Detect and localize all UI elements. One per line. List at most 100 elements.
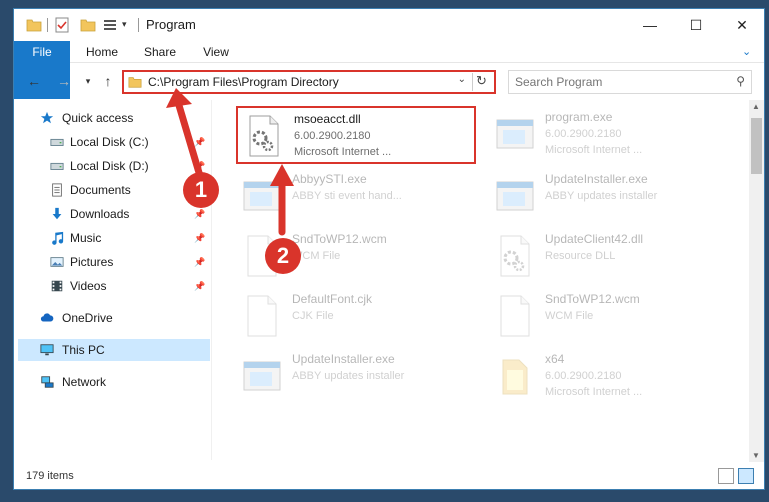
tab-share[interactable]: Share	[132, 41, 188, 63]
exe-icon	[496, 181, 534, 211]
exe-icon	[243, 181, 281, 211]
sidebar-item-label: Downloads	[70, 207, 130, 221]
customize-icon[interactable]	[102, 17, 118, 33]
sidebar-item-this-pc[interactable]: This PC	[18, 339, 210, 361]
videos-icon	[51, 280, 63, 292]
details-view-button[interactable]	[718, 468, 734, 484]
navigation-pane: Quick access Local Disk (C:) 📌 Local Dis…	[14, 100, 212, 460]
ribbon-tabs: File Home Share View ⌄	[14, 41, 764, 99]
file-name: UpdateClient42.dll	[545, 232, 644, 246]
sidebar-item-label: This PC	[62, 343, 105, 357]
file-item-sndtowp12-wcm-2[interactable]: SndToWP12.wcm WCM File	[489, 288, 729, 346]
chevron-down-icon[interactable]: ⌄	[458, 74, 466, 85]
file-type: Resource DLL	[545, 250, 616, 262]
recent-locations-icon[interactable]: ▾	[80, 73, 96, 89]
drive-icon	[50, 162, 64, 170]
sidebar-item-onedrive[interactable]: OneDrive	[14, 307, 210, 329]
address-path[interactable]: C:\Program Files\Program Directory	[148, 75, 339, 89]
address-bar[interactable]: C:\Program Files\Program Directory ⌄ ↻	[122, 70, 496, 94]
toolbar-separator	[138, 18, 139, 32]
close-button[interactable]: ✕	[719, 9, 764, 41]
download-icon	[52, 207, 62, 220]
file-name: x64	[545, 352, 565, 366]
pictures-icon	[50, 257, 64, 267]
star-icon	[40, 111, 54, 124]
scroll-up-icon[interactable]: ▲	[752, 102, 760, 111]
callout-badge-1: 1	[183, 172, 219, 208]
file-version: 6.00.2900.2180	[294, 130, 371, 142]
file-icon	[247, 295, 277, 337]
file-name: msoeacct.dll	[294, 112, 361, 126]
file-version: 6.00.2900.2180	[545, 128, 622, 140]
file-name: SndToWP12.wcm	[292, 232, 387, 246]
sidebar-item-label: Local Disk (C:)	[70, 135, 149, 149]
documents-icon	[52, 183, 62, 197]
forward-arrow-icon[interactable]: →	[56, 73, 72, 89]
sidebar-item-label: Local Disk (D:)	[70, 159, 149, 173]
sidebar-item-music[interactable]: Music 📌	[14, 227, 210, 249]
file-item-program-exe[interactable]: program.exe 6.00.2900.2180 Microsoft Int…	[489, 106, 729, 164]
properties-check-icon[interactable]	[54, 17, 70, 33]
sidebar-item-videos[interactable]: Videos 📌	[14, 275, 210, 297]
new-folder-icon[interactable]	[80, 17, 96, 33]
file-item-msoeacct-dll[interactable]: msoeacct.dll 6.00.2900.2180 Microsoft In…	[236, 106, 476, 164]
file-item-updateinstaller-exe[interactable]: UpdateInstaller.exe ABBY updates install…	[489, 168, 729, 226]
sidebar-item-label: Pictures	[70, 255, 114, 269]
refresh-icon[interactable]: ↻	[472, 73, 490, 91]
minimize-button[interactable]: —	[627, 9, 673, 41]
file-description: Microsoft Internet ...	[294, 146, 392, 158]
large-icons-view-button[interactable]	[738, 468, 754, 484]
file-type: WCM File	[545, 310, 594, 322]
folder-icon[interactable]	[26, 17, 42, 33]
sidebar-item-label: OneDrive	[62, 311, 113, 325]
file-description: ABBY sti event hand...	[292, 190, 402, 202]
chevron-down-icon[interactable]: ▾	[122, 19, 132, 35]
explorer-window: ▾ Program — ☐ ✕ File Home Share View ⌄ ←…	[13, 8, 765, 490]
file-item-defaultfont-cjk[interactable]: DefaultFont.cjk CJK File	[236, 288, 476, 346]
file-name: AbbyySTI.exe	[292, 172, 367, 186]
file-description: ABBY updates installer	[292, 370, 405, 382]
maximize-button[interactable]: ☐	[673, 9, 719, 41]
status-bar: 179 items	[14, 465, 764, 489]
scrollbar-thumb[interactable]	[751, 118, 762, 174]
vertical-scrollbar[interactable]: ▲ ▼	[749, 100, 764, 462]
pin-icon[interactable]: 📌	[194, 275, 205, 297]
sidebar-item-quick-access[interactable]: Quick access	[14, 107, 210, 129]
callout-badge-2: 2	[265, 238, 301, 274]
tab-view[interactable]: View	[190, 41, 242, 63]
sidebar-item-documents[interactable]: Documents 📌	[14, 179, 210, 201]
file-name: UpdateInstaller.exe	[292, 352, 395, 366]
file-name: DefaultFont.cjk	[292, 292, 373, 306]
scroll-down-icon[interactable]: ▼	[752, 451, 760, 460]
sidebar-item-downloads[interactable]: Downloads 📌	[14, 203, 210, 225]
file-item-abbyysti-exe[interactable]: AbbyySTI.exe ABBY sti event hand...	[236, 168, 476, 226]
music-icon	[52, 231, 64, 245]
exe-icon	[243, 361, 281, 391]
file-item-updateclient42-dll[interactable]: UpdateClient42.dll Resource DLL	[489, 228, 729, 286]
search-box[interactable]: ⚲	[508, 70, 752, 94]
sidebar-item-label: Videos	[70, 279, 107, 293]
up-arrow-icon[interactable]: ↑	[100, 73, 116, 89]
sidebar-item-pictures[interactable]: Pictures 📌	[14, 251, 210, 273]
sidebar-item-local-disk-d[interactable]: Local Disk (D:) 📌	[14, 155, 210, 177]
back-arrow-icon[interactable]: ←	[26, 73, 42, 89]
sidebar-item-network[interactable]: Network	[14, 371, 210, 393]
file-item-x64[interactable]: x64 6.00.2900.2180 Microsoft Internet ..…	[489, 348, 729, 406]
file-name: program.exe	[545, 110, 613, 124]
file-name: SndToWP12.wcm	[545, 292, 640, 306]
file-name: UpdateInstaller.exe	[545, 172, 648, 186]
file-type: CJK File	[292, 310, 334, 322]
search-icon[interactable]: ⚲	[736, 74, 745, 88]
folder-icon	[502, 359, 528, 395]
pin-icon[interactable]: 📌	[194, 131, 205, 153]
expand-ribbon-icon[interactable]: ⌄	[742, 45, 756, 59]
sidebar-item-label: Network	[62, 375, 107, 389]
sidebar-item-local-disk-c[interactable]: Local Disk (C:) 📌	[14, 131, 210, 153]
search-input[interactable]	[515, 74, 725, 90]
tab-home[interactable]: Home	[74, 41, 130, 63]
pin-icon[interactable]: 📌	[194, 227, 205, 249]
file-list: msoeacct.dll 6.00.2900.2180 Microsoft In…	[219, 100, 749, 460]
file-item-updateinstaller-exe-2[interactable]: UpdateInstaller.exe ABBY updates install…	[236, 348, 476, 406]
dll-gear-icon	[500, 235, 530, 277]
pin-icon[interactable]: 📌	[194, 251, 205, 273]
